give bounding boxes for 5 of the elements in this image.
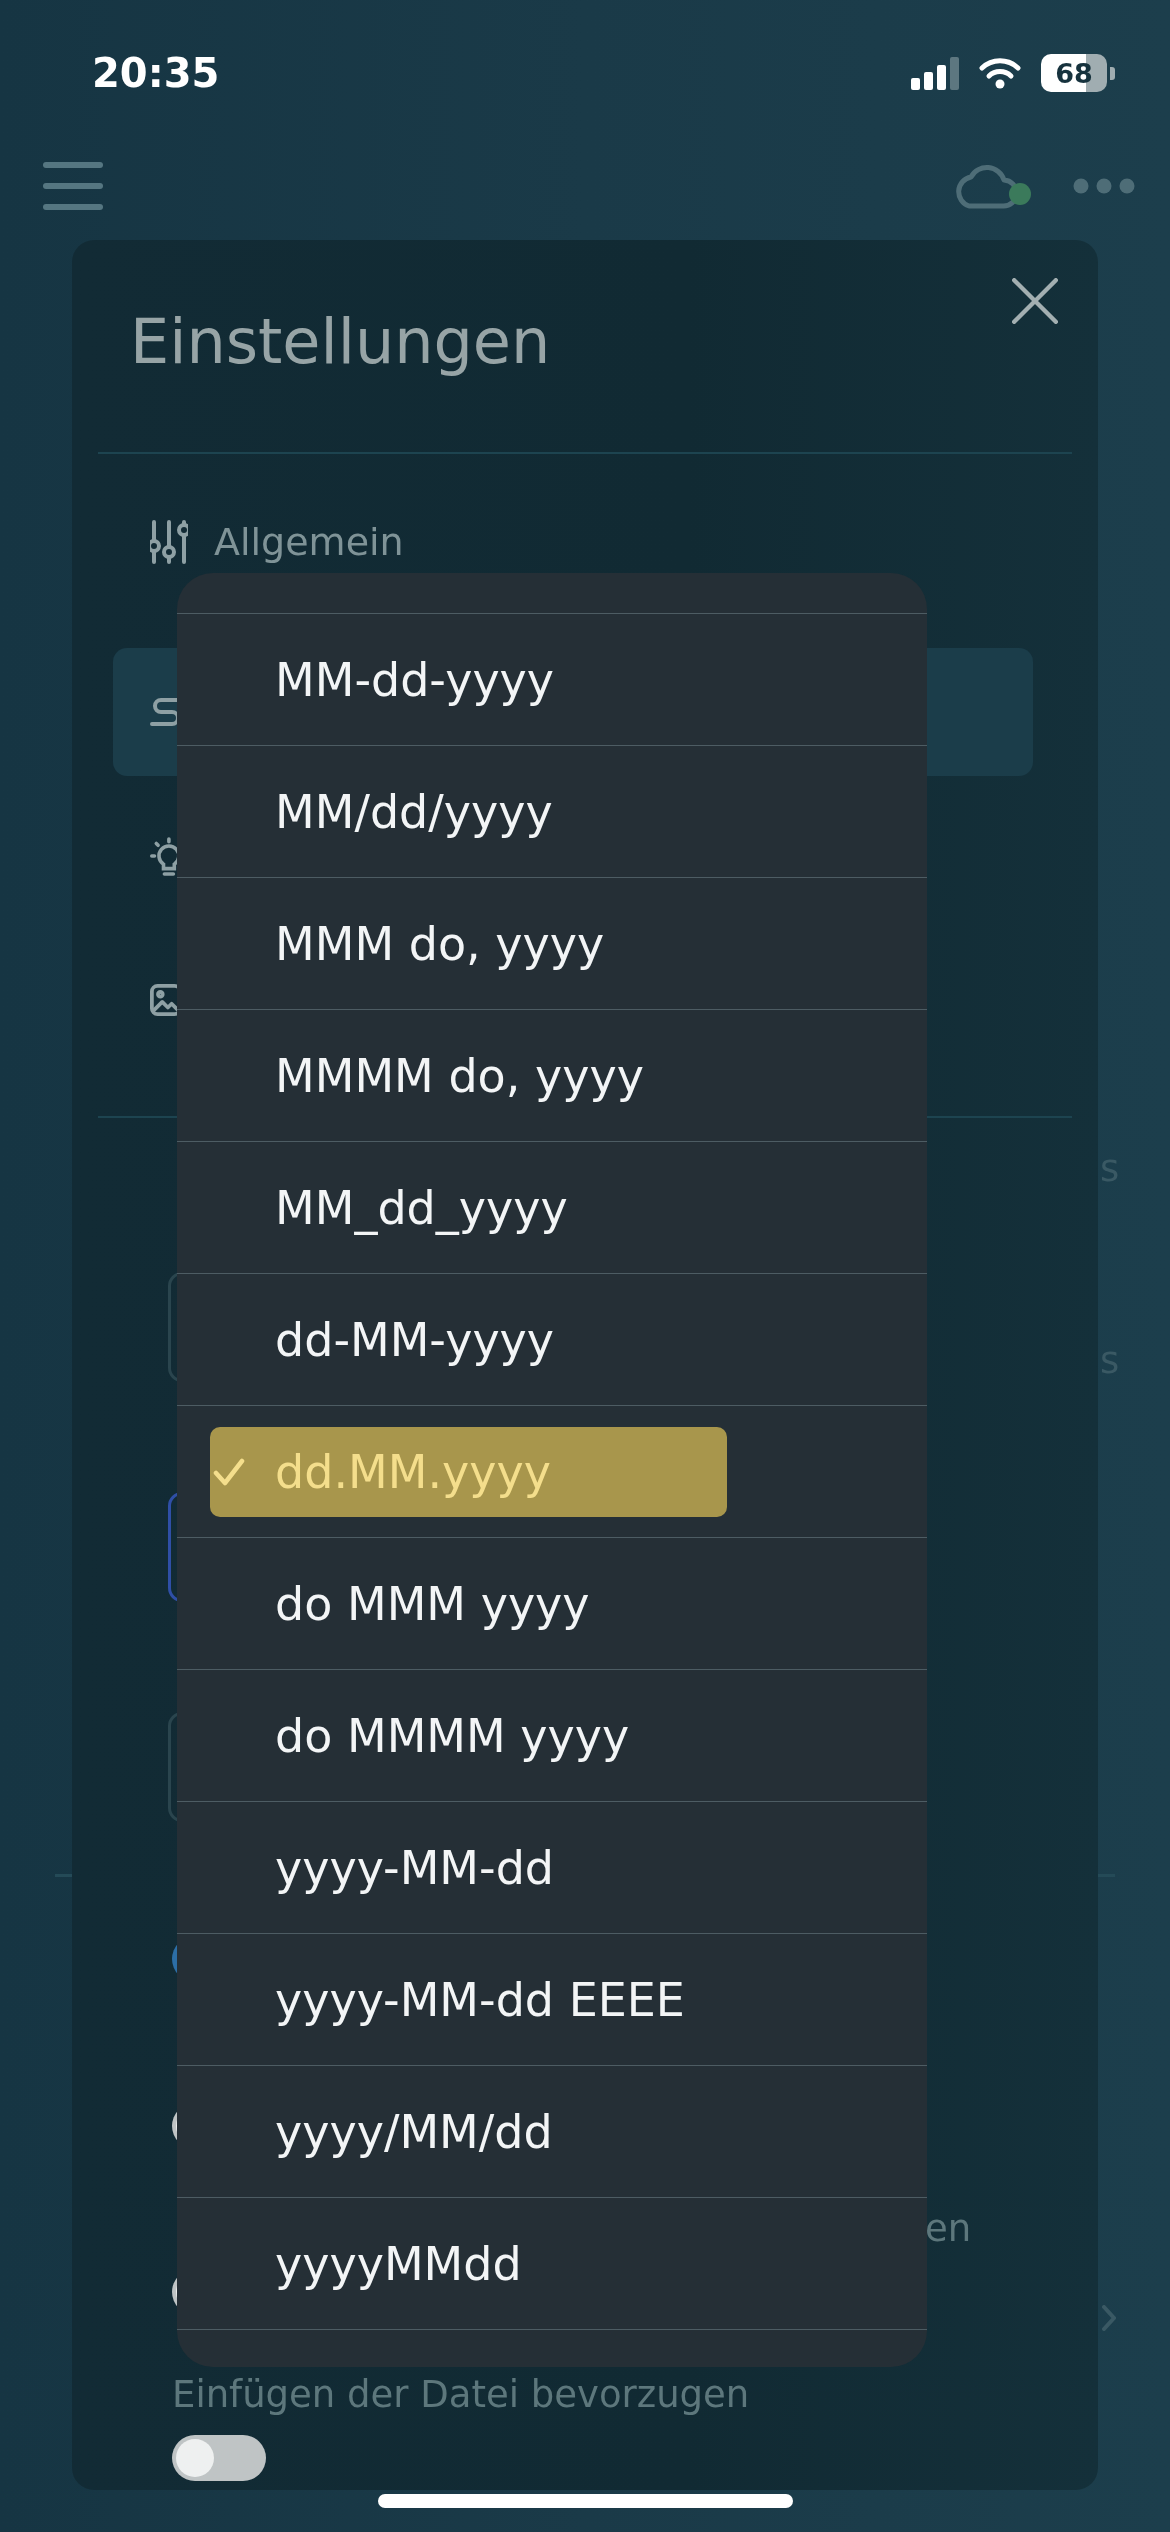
battery-indicator: 68 [1041,54,1115,92]
setting-label: en [925,2206,972,2251]
status-time: 20:35 [92,49,220,97]
setting-label: Einfügen der Datei bevorzugen [172,2372,750,2417]
dialog-title: Einstellungen [130,307,551,377]
